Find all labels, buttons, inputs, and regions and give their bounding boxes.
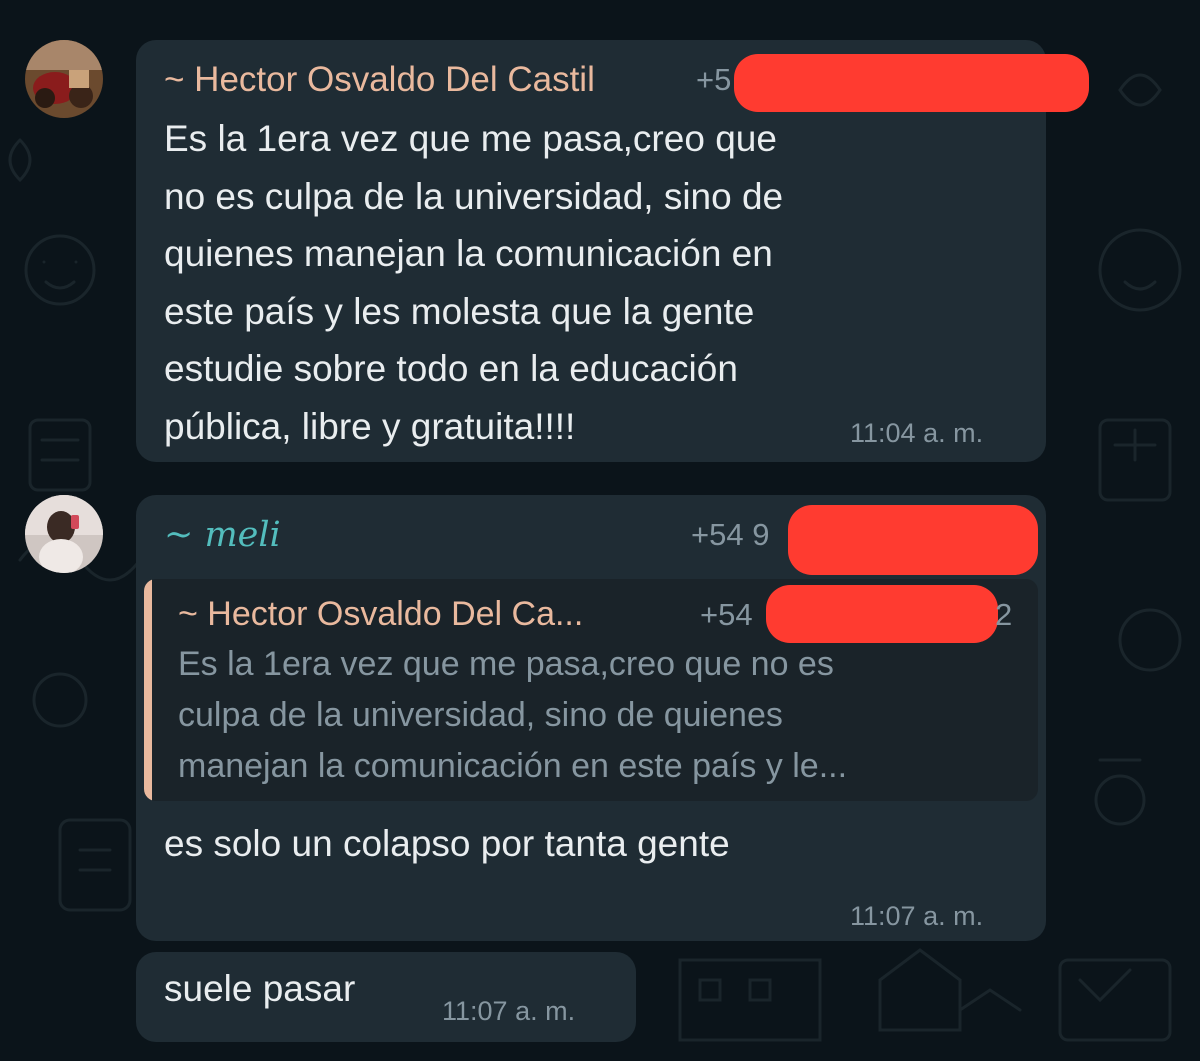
message-time: 11:07 a. m. (442, 996, 576, 1026)
avatar-hector-icon (25, 40, 103, 118)
quote-sender-name: ~ Hector Osvaldo Del Ca... (178, 595, 584, 633)
sender-name[interactable]: ~ meli (164, 515, 281, 555)
avatar-hector[interactable] (25, 40, 103, 118)
message-time: 11:07 a. m. (850, 901, 984, 931)
phone-redaction (734, 54, 1089, 112)
sender-phone: +5 (696, 62, 732, 97)
avatar-meli[interactable] (25, 495, 103, 573)
message-text: Es la 1era vez que me pasa,creo que no e… (164, 118, 784, 447)
sender-name[interactable]: ~ Hector Osvaldo Del Castil (164, 60, 595, 100)
phone-redaction (766, 585, 998, 643)
message-bubble-meli[interactable]: ~ meli +54 9 ~ Hector Osvaldo Del Ca... … (136, 495, 1046, 941)
message-bubble-meli-followup[interactable]: suele pasar 11:07 a. m. (136, 952, 636, 1042)
message-time: 11:04 a. m. (850, 418, 984, 448)
message-bubble-hector[interactable]: ~ Hector Osvaldo Del Castil +5 Es la 1er… (136, 40, 1089, 462)
sender-phone: +54 9 (691, 517, 770, 552)
quote-text: Es la 1era vez que me pasa,creo que no e… (178, 645, 848, 785)
quoted-message[interactable]: ~ Hector Osvaldo Del Ca... +54 2 Es la 1… (144, 579, 1038, 801)
message-text: es solo un colapso por tanta gente (164, 823, 730, 864)
avatar-meli-icon (25, 495, 103, 573)
phone-redaction (788, 505, 1038, 575)
quote-phone-prefix: +54 (700, 597, 753, 632)
quote-accent-bar (144, 579, 152, 801)
quote-phone-suffix: 2 (995, 597, 1013, 632)
message-text: suele pasar (164, 968, 356, 1009)
